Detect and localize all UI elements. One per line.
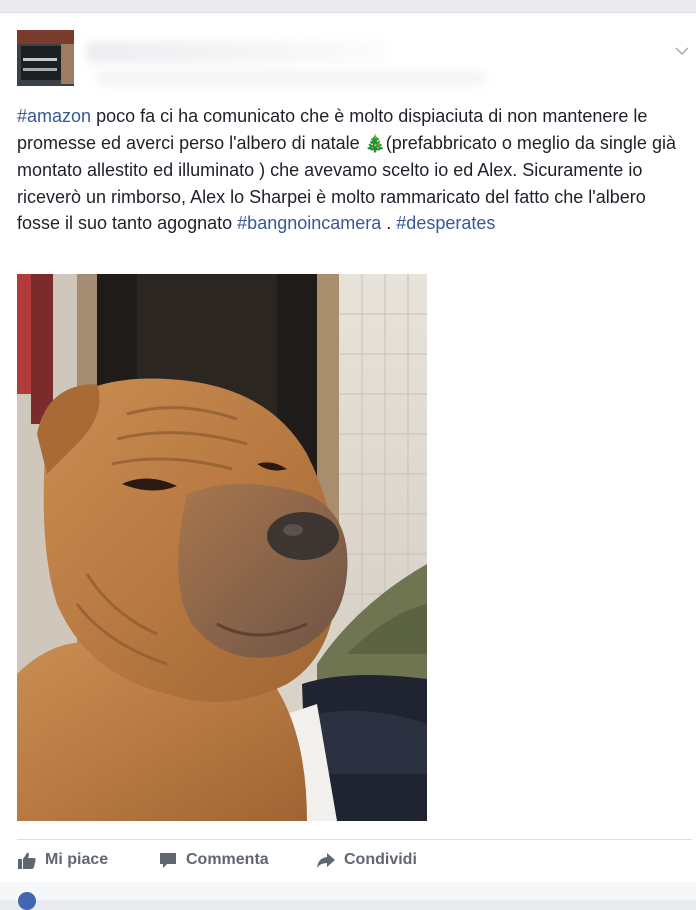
sharpei-dog-photo xyxy=(17,274,427,821)
post-actions-bar: Mi piace Commenta Condividi xyxy=(17,843,692,877)
hashtag-separator: . xyxy=(381,213,397,233)
post-card: #amazon poco fa ci ha comunicato che è m… xyxy=(0,12,696,884)
share-arrow-icon xyxy=(316,850,336,870)
thumbs-up-icon xyxy=(17,850,37,870)
hashtag-desperates[interactable]: #desperates xyxy=(396,213,495,233)
share-label: Condividi xyxy=(344,851,417,868)
comment-label: Commenta xyxy=(186,851,269,868)
blurred-post-meta xyxy=(96,71,486,85)
blurred-author-name xyxy=(86,41,386,63)
actions-divider xyxy=(17,839,692,840)
like-label: Mi piace xyxy=(45,851,109,868)
post-photo[interactable] xyxy=(17,274,427,821)
hashtag-bangnoincamera[interactable]: #bangnoincamera xyxy=(237,213,381,233)
avatar[interactable] xyxy=(17,30,74,86)
next-avatar xyxy=(18,892,36,910)
hashtag-amazon[interactable]: #amazon xyxy=(17,106,91,126)
like-button[interactable]: Mi piace xyxy=(17,843,108,877)
comment-bubble-icon xyxy=(158,850,178,870)
christmas-tree-icon: 🎄 xyxy=(364,133,386,153)
chevron-down-icon[interactable] xyxy=(674,43,690,59)
share-button[interactable]: Condividi xyxy=(316,843,417,877)
next-post-strip xyxy=(0,882,696,910)
post-text: #amazon poco fa ci ha comunicato che è m… xyxy=(17,103,687,237)
comment-button[interactable]: Commenta xyxy=(158,843,269,877)
